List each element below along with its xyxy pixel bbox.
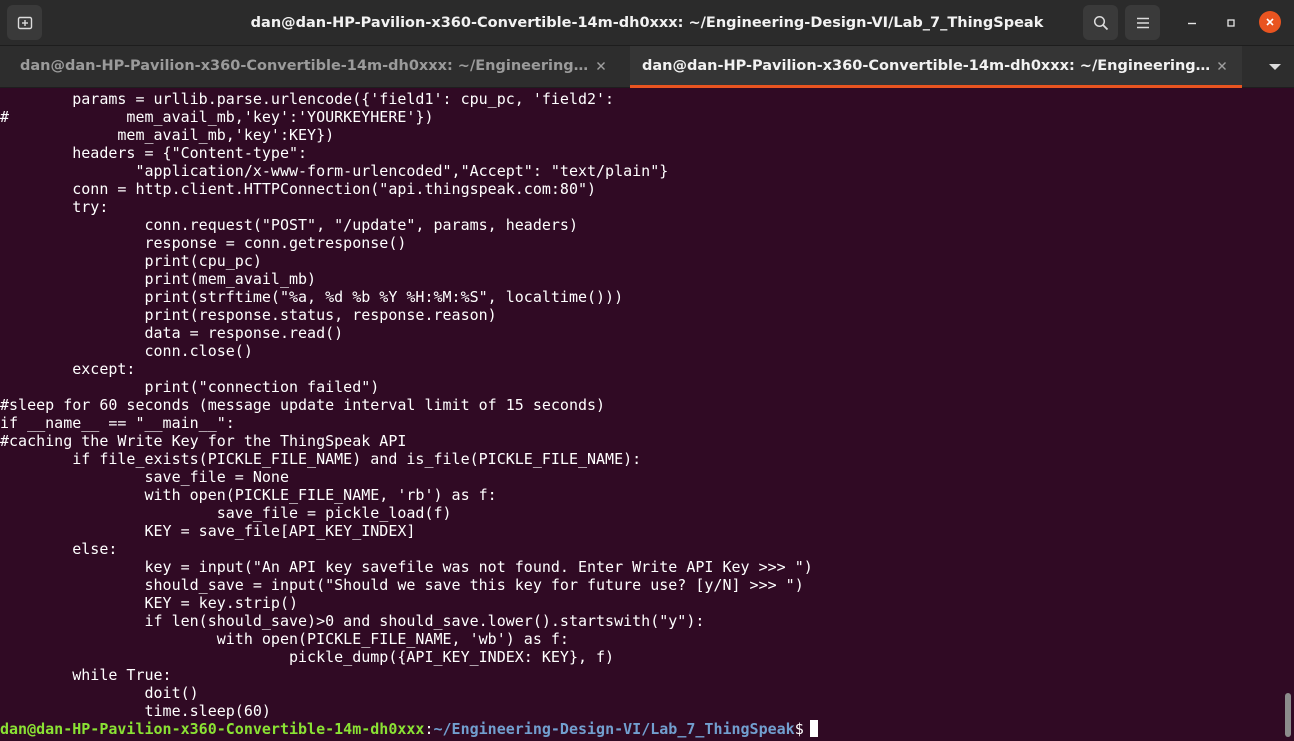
terminal-line: save_file = None	[0, 468, 289, 486]
close-icon	[1266, 18, 1274, 26]
terminal-line: with open(PICKLE_FILE_NAME, 'wb') as f:	[0, 630, 569, 648]
terminal-line: doit()	[0, 684, 199, 702]
terminal-line: save_file = pickle_load(f)	[0, 504, 452, 522]
terminal-line: params = urllib.parse.urlencode({'field1…	[0, 90, 615, 108]
terminal-line: #caching the Write Key for the ThingSpea…	[0, 432, 407, 450]
terminal-output[interactable]: params = urllib.parse.urlencode({'field1…	[0, 90, 1282, 741]
terminal-line: key = input("An API key savefile was not…	[0, 558, 813, 576]
tabs-dropdown-button[interactable]	[1268, 60, 1282, 74]
terminal-line: conn.close()	[0, 342, 253, 360]
terminal-line: except:	[0, 360, 136, 378]
minimize-button[interactable]	[1180, 11, 1204, 35]
terminal-window: dan@dan-HP-Pavilion-x360-Convertible-14m…	[0, 0, 1294, 741]
search-icon	[1093, 15, 1108, 30]
terminal-line: "application/x-www-form-urlencoded","Acc…	[0, 162, 669, 180]
tab-2[interactable]: dan@dan-HP-Pavilion-x360-Convertible-14m…	[630, 46, 1242, 88]
terminal-line: else:	[0, 540, 118, 558]
terminal-line: time.sleep(60)	[0, 702, 271, 720]
terminal-line: with open(PICKLE_FILE_NAME, 'rb') as f:	[0, 486, 497, 504]
terminal-line: if __name__ == "__main__":	[0, 414, 235, 432]
terminal-line: #sleep for 60 seconds (message update in…	[0, 396, 606, 414]
tab-1[interactable]: dan@dan-HP-Pavilion-x360-Convertible-14m…	[0, 46, 630, 87]
chevron-down-icon	[1269, 64, 1281, 70]
terminal-line: data = response.read()	[0, 324, 344, 342]
terminal-line: print(response.status, response.reason)	[0, 306, 497, 324]
close-icon	[597, 62, 605, 70]
minimize-icon	[1188, 22, 1196, 25]
terminal-line: if file_exists(PICKLE_FILE_NAME) and is_…	[0, 450, 642, 468]
terminal-line: pickle_dump({API_KEY_INDEX: KEY}, f)	[0, 648, 615, 666]
terminal-line: if len(should_save)>0 and should_save.lo…	[0, 612, 705, 630]
terminal-line: should_save = input("Should we save this…	[0, 576, 804, 594]
prompt-dollar: $	[794, 720, 804, 738]
active-tab-indicator	[630, 85, 1242, 88]
tab-bar: dan@dan-HP-Pavilion-x360-Convertible-14m…	[0, 46, 1294, 88]
terminal-line: while True:	[0, 666, 172, 684]
terminal-line: # mem_avail_mb,'key':'YOURKEYHERE'})	[0, 108, 434, 126]
prompt-user-host: dan@dan-HP-Pavilion-x360-Convertible-14m…	[0, 720, 425, 738]
terminal-line: conn.request("POST", "/update", params, …	[0, 216, 578, 234]
terminal-line: print("connection failed")	[0, 378, 380, 396]
terminal-line: print(strftime("%a, %d %b %Y %H:%M:%S", …	[0, 288, 624, 306]
new-tab-button[interactable]	[7, 5, 42, 40]
tab-2-close-button[interactable]	[1214, 58, 1230, 74]
tab-2-label: dan@dan-HP-Pavilion-x360-Convertible-14m…	[642, 58, 1212, 74]
terminal-line: KEY = save_file[API_KEY_INDEX]	[0, 522, 416, 540]
terminal-lines: params = urllib.parse.urlencode({'field1…	[0, 90, 1282, 720]
header-bar: dan@dan-HP-Pavilion-x360-Convertible-14m…	[0, 0, 1294, 46]
maximize-button[interactable]	[1219, 11, 1243, 35]
terminal-line: print(mem_avail_mb)	[0, 270, 317, 288]
terminal-line: print(cpu_pc)	[0, 252, 262, 270]
shell-prompt: dan@dan-HP-Pavilion-x360-Convertible-14m…	[0, 720, 1282, 738]
menu-button[interactable]	[1125, 5, 1160, 40]
hamburger-menu-icon	[1136, 17, 1149, 28]
terminal-line: KEY = key.strip()	[0, 594, 299, 612]
new-tab-icon	[17, 16, 32, 29]
maximize-icon	[1227, 19, 1235, 27]
tab-1-label: dan@dan-HP-Pavilion-x360-Convertible-14m…	[20, 58, 590, 74]
window-title: dan@dan-HP-Pavilion-x360-Convertible-14m…	[250, 15, 1044, 31]
tab-1-close-button[interactable]	[593, 58, 609, 74]
text-cursor	[809, 720, 818, 737]
scrollbar-thumb[interactable]	[1285, 693, 1291, 737]
close-icon	[1218, 62, 1226, 70]
terminal-line: response = conn.getresponse()	[0, 234, 407, 252]
close-button[interactable]	[1259, 11, 1281, 33]
terminal-line: conn = http.client.HTTPConnection("api.t…	[0, 180, 597, 198]
terminal-line: mem_avail_mb,'key':KEY})	[0, 126, 335, 144]
prompt-path: ~/Engineering-Design-VI/Lab_7_ThingSpeak	[433, 720, 795, 738]
terminal-line: try:	[0, 198, 109, 216]
terminal-line: headers = {"Content-type":	[0, 144, 308, 162]
search-button[interactable]	[1083, 5, 1118, 40]
scrollbar[interactable]	[1282, 90, 1294, 741]
